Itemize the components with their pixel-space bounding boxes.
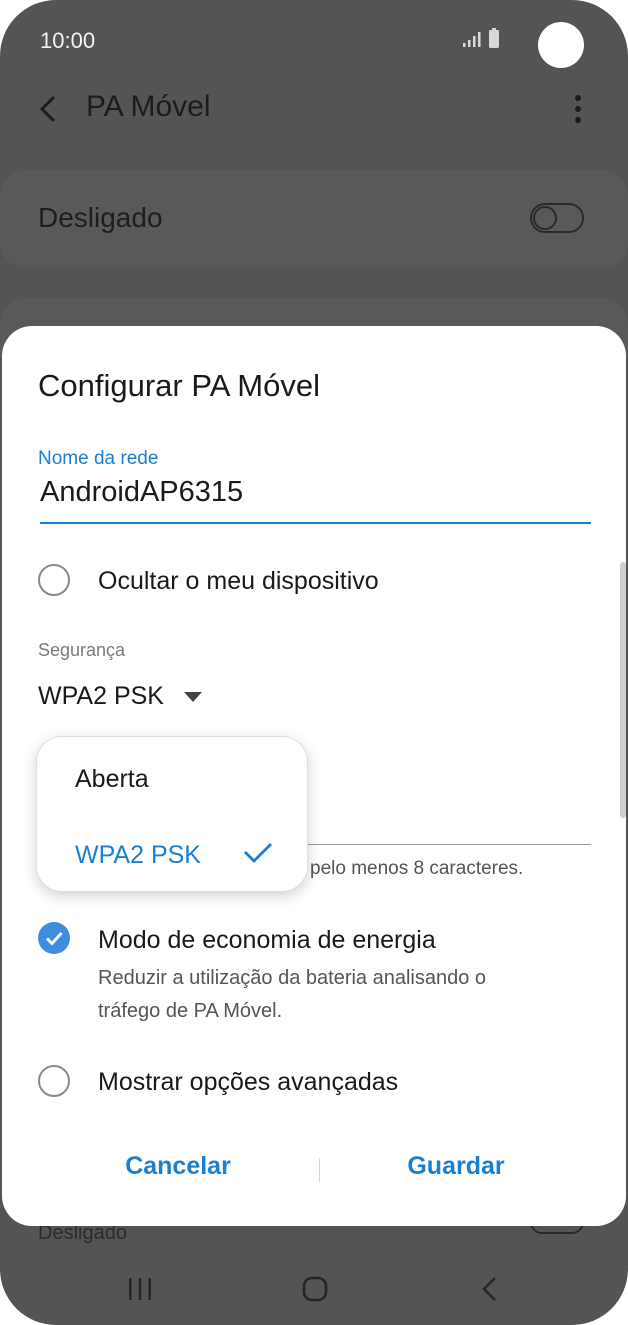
security-dropdown[interactable]: WPA2 PSK: [38, 682, 164, 711]
phone-screen: 10:00 PA Móvel Desligado Desligado Confi…: [0, 0, 628, 1325]
front-camera-cutout: [538, 22, 584, 68]
battery-icon: [489, 28, 499, 48]
button-divider: [319, 1158, 320, 1182]
power-saving-checkbox[interactable]: [38, 922, 70, 954]
network-name-input[interactable]: AndroidAP6315: [40, 476, 591, 509]
chevron-down-icon[interactable]: [184, 692, 202, 702]
security-options-popup: Aberta WPA2 PSK: [36, 736, 308, 892]
advanced-options-checkbox[interactable]: [38, 1065, 70, 1097]
network-name-underline: [40, 522, 591, 524]
home-icon[interactable]: [302, 1276, 328, 1302]
hotspot-switch-label: Desligado: [38, 202, 163, 233]
save-button[interactable]: Guardar: [356, 1152, 556, 1181]
nav-back-icon[interactable]: [480, 1276, 500, 1302]
password-underline: [302, 844, 591, 845]
power-saving-label[interactable]: Modo de economia de energia: [98, 926, 436, 955]
status-time: 10:00: [40, 28, 96, 53]
password-hint: pelo menos 8 caracteres.: [310, 858, 524, 879]
security-option-wpa2[interactable]: WPA2 PSK: [75, 841, 201, 870]
hotspot-config-dialog: Configurar PA Móvel Nome da rede Android…: [2, 326, 626, 1226]
hide-device-label[interactable]: Ocultar o meu dispositivo: [98, 567, 379, 596]
page-title: PA Móvel: [86, 90, 211, 123]
advanced-options-label[interactable]: Mostrar opções avançadas: [98, 1068, 398, 1097]
network-name-label: Nome da rede: [38, 448, 159, 469]
recent-apps-icon[interactable]: [126, 1276, 154, 1302]
status-bar: 10:00: [0, 0, 628, 80]
power-saving-description-line2: tráfego de PA Móvel.: [98, 1000, 283, 1022]
more-options-icon[interactable]: [570, 94, 586, 124]
hotspot-toggle[interactable]: [530, 203, 584, 233]
checkmark-icon: [244, 843, 272, 863]
navigation-bar: [0, 1250, 628, 1325]
app-bar: PA Móvel: [0, 80, 628, 140]
checkmark-icon: [45, 931, 63, 946]
hide-device-checkbox[interactable]: [38, 564, 70, 596]
hotspot-switch-card: Desligado: [0, 170, 628, 268]
dialog-title: Configurar PA Móvel: [38, 368, 320, 403]
back-arrow-icon[interactable]: [36, 94, 60, 124]
cancel-button[interactable]: Cancelar: [78, 1152, 278, 1181]
scrollbar[interactable]: [620, 562, 626, 818]
toggle-knob: [533, 206, 557, 230]
signal-icon: [463, 32, 481, 47]
security-option-open[interactable]: Aberta: [75, 765, 149, 794]
power-saving-description-line1: Reduzir a utilização da bateria analisan…: [98, 967, 487, 989]
security-label: Segurança: [38, 640, 126, 660]
